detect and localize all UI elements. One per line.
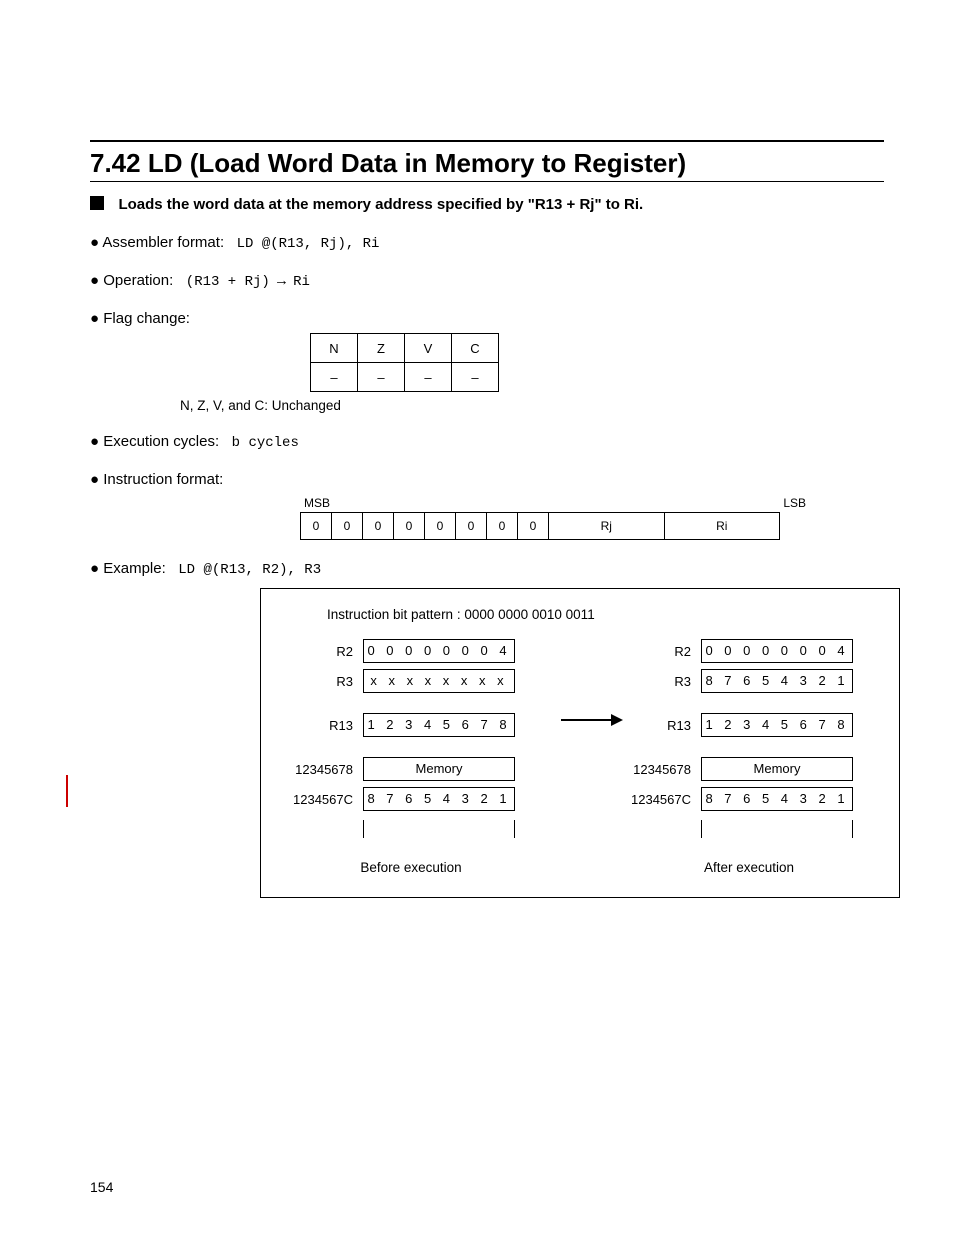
mem-tail-after: [701, 820, 853, 838]
lab-r3-after: R3: [619, 674, 701, 689]
right-arrow-icon: [561, 719, 621, 721]
addr2-before: 1234567C: [281, 792, 363, 807]
fmt-bit-12: 0: [394, 513, 425, 539]
fmt-bit-13: 0: [363, 513, 394, 539]
before-column: R2 0 0 0 0 0 0 0 4 R3 x x x x x x x x R1…: [281, 636, 541, 875]
example-caption: Instruction bit pattern : 0000 0000 0010…: [327, 607, 879, 622]
before-title: Before execution: [281, 860, 541, 875]
mem1-before: Memory: [363, 757, 515, 781]
lab-r13-before: R13: [281, 718, 363, 733]
fmt-bit-9: 0: [487, 513, 518, 539]
fmt-bit-10: 0: [456, 513, 487, 539]
page: 7.42 LD (Load Word Data in Memory to Reg…: [0, 0, 954, 1235]
arrow-icon: →: [274, 272, 289, 289]
val-r3-after: 8 7 6 5 4 3 2 1: [701, 669, 853, 693]
flag-col-v: V: [405, 334, 452, 363]
flag-val-v: –: [405, 363, 452, 392]
fmt-field-rj: Rj: [549, 513, 665, 539]
example-asm: LD @(R13, R2), R3: [178, 562, 321, 578]
flags-label-text: Flag change:: [103, 310, 190, 327]
lab-r2-before: R2: [281, 644, 363, 659]
flags-label: ● Flag change:: [90, 310, 884, 327]
lab-r3-before: R3: [281, 674, 363, 689]
summary-line: Loads the word data at the memory addres…: [90, 196, 884, 214]
cycles-value: b cycles: [232, 435, 299, 451]
flag-col-z: Z: [358, 334, 405, 363]
assembler-format: LD @(R13, Rj), Ri: [237, 236, 380, 252]
cycles-label-text: Execution cycles:: [103, 433, 219, 450]
mem1-after: Memory: [701, 757, 853, 781]
operation-lhs: (R13 + Rj): [186, 274, 270, 290]
msb-label: MSB: [304, 496, 330, 510]
flag-val-c: –: [452, 363, 499, 392]
after-column: R2 0 0 0 0 0 0 0 4 R3 8 7 6 5 4 3 2 1 R1…: [619, 636, 879, 875]
addr1-after: 12345678: [619, 762, 701, 777]
flag-table: N Z V C – – – –: [310, 333, 499, 392]
mem-tail-before: [363, 820, 515, 838]
flags-note: N, Z, V, and C: Unchanged: [180, 398, 884, 413]
val-r2-before: 0 0 0 0 0 0 0 4: [363, 639, 515, 663]
example-panel: Instruction bit pattern : 0000 0000 0010…: [260, 588, 900, 898]
page-number: 154: [90, 1179, 113, 1195]
lab-r2-after: R2: [619, 644, 701, 659]
after-title: After execution: [619, 860, 879, 875]
revision-bar-icon: [66, 775, 68, 807]
fmt-bit-14: 0: [332, 513, 363, 539]
operation-label-text: Operation:: [103, 272, 173, 289]
flag-col-n: N: [311, 334, 358, 363]
cycles-label: ● Execution cycles: b cycles: [90, 433, 884, 451]
mem2-before: 8 7 6 5 4 3 2 1: [363, 787, 515, 811]
lsb-label: LSB: [783, 496, 806, 510]
square-bullet-icon: [90, 196, 104, 210]
flag-val-z: –: [358, 363, 405, 392]
instr-mnemonic: 7.42 LD (Load Word Data in Memory to Reg…: [90, 148, 686, 179]
example-label: ● Example: LD @(R13, R2), R3: [90, 560, 884, 578]
val-r13-before: 1 2 3 4 5 6 7 8: [363, 713, 515, 737]
assembler-label-text: Assembler format:: [102, 234, 224, 251]
fmt-bit-15: 0: [301, 513, 332, 539]
lab-r13-after: R13: [619, 718, 701, 733]
fmt-bits-row: 0 0 0 0 0 0 0 0 Rj Ri: [300, 512, 780, 540]
val-r3-before: x x x x x x x x: [363, 669, 515, 693]
instruction-format: MSB LSB 0 0 0 0 0 0 0 0 Rj Ri: [260, 496, 820, 540]
mem2-after: 8 7 6 5 4 3 2 1: [701, 787, 853, 811]
val-r13-after: 1 2 3 4 5 6 7 8: [701, 713, 853, 737]
operation-label: ● Operation: (R13 + Rj) → Ri: [90, 272, 884, 290]
addr2-after: 1234567C: [619, 792, 701, 807]
operation-rhs: Ri: [293, 274, 310, 290]
example-label-text: Example:: [103, 560, 166, 577]
assembler-label: ● Assembler format: LD @(R13, Rj), Ri: [90, 234, 884, 252]
fmt-label-text: Instruction format:: [103, 471, 223, 488]
summary-text: Loads the word data at the memory addres…: [118, 196, 643, 213]
fmt-field-ri: Ri: [665, 513, 780, 539]
fmt-bit-11: 0: [425, 513, 456, 539]
title-row: 7.42 LD (Load Word Data in Memory to Reg…: [90, 142, 884, 181]
flag-val-n: –: [311, 363, 358, 392]
val-r2-after: 0 0 0 0 0 0 0 4: [701, 639, 853, 663]
rule-bottom: [90, 181, 884, 182]
flag-col-c: C: [452, 334, 499, 363]
addr1-before: 12345678: [281, 762, 363, 777]
fmt-label: ● Instruction format:: [90, 471, 884, 488]
fmt-bit-8: 0: [518, 513, 549, 539]
